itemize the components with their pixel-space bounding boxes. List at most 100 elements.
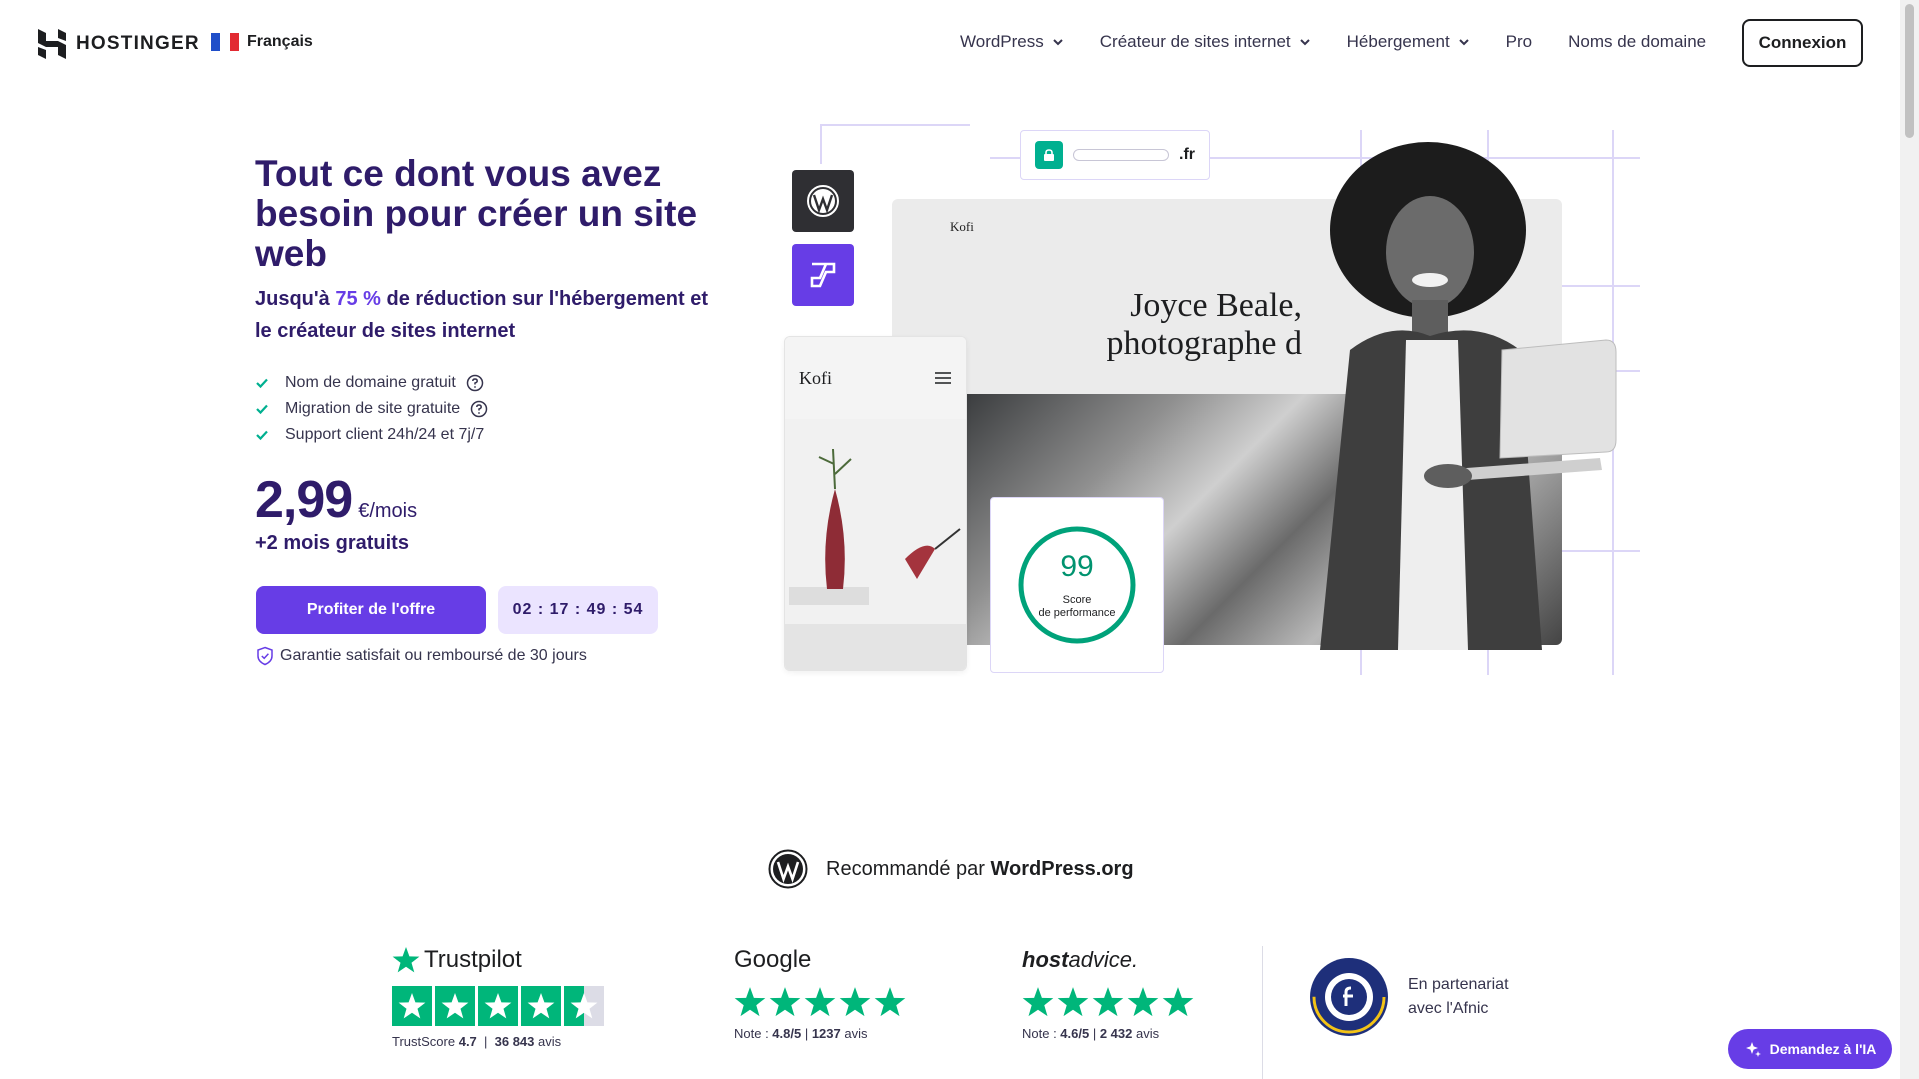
feature-label: Nom de domaine gratuit	[285, 374, 456, 391]
score-label: TrustScore	[392, 1034, 456, 1049]
score-label-line: Score	[1062, 594, 1092, 606]
countdown-timer: 02 : 17 : 49 : 54	[498, 586, 658, 634]
site-header: HOSTINGER Français WordPress Créateur de…	[0, 0, 1900, 86]
nav-item-pro[interactable]: Pro	[1506, 32, 1532, 52]
review-count: 36 843	[494, 1034, 535, 1049]
hero-title: Tout ce dont vous avez besoin pour créer…	[255, 153, 698, 274]
hostadvice-logo: hostadvice.	[1022, 944, 1194, 976]
star-icon	[839, 987, 871, 1017]
star-icon	[769, 987, 801, 1017]
google-name: Google	[734, 946, 812, 973]
nav-item-domains[interactable]: Noms de domaine	[1568, 32, 1706, 52]
nav-label: WordPress	[960, 32, 1044, 51]
page-scrollbar[interactable]	[1900, 0, 1919, 1079]
help-icon[interactable]	[470, 400, 488, 418]
afnic-partnership[interactable]: En partenariat avec l'Afnic	[1308, 956, 1509, 1038]
half-star-icon	[564, 986, 604, 1026]
star-icon	[804, 987, 836, 1017]
hostadvice-stars	[1022, 986, 1194, 1018]
subtitle-prefix: Jusqu'à	[255, 288, 336, 310]
trustpilot-rating[interactable]: Trustpilot TrustScore 4.7 | 36 843 avis	[392, 944, 604, 1049]
star-icon	[1127, 987, 1159, 1017]
afnic-text: En partenariat avec l'Afnic	[1408, 973, 1509, 1021]
nav-label: Noms de domaine	[1568, 32, 1707, 51]
google-logo: Google	[734, 944, 906, 976]
check-icon	[256, 378, 268, 389]
brand-name: HOSTINGER	[76, 33, 200, 54]
star-icon	[1092, 987, 1124, 1017]
url-field	[1073, 149, 1169, 161]
scrollbar-thumb[interactable]	[1905, 4, 1914, 138]
review-suffix: avis	[538, 1034, 562, 1049]
chevron-down-icon	[1458, 39, 1469, 46]
price-unit: €/mois	[358, 500, 418, 522]
afnic-line: En partenariat	[1408, 976, 1509, 993]
google-score-text: Note : 4.8/5 | 1237 avis	[734, 1026, 868, 1041]
feature-label: Support client 24h/24 et 7j/7	[285, 426, 485, 443]
language-selector[interactable]: Français	[211, 33, 313, 51]
feature-item: Migration de site gratuite	[255, 396, 488, 422]
star-icon	[734, 987, 766, 1017]
hostadvice-name-bold: host	[1022, 947, 1069, 972]
mobile-preview: Kofi	[784, 336, 967, 671]
chevron-down-icon	[1299, 39, 1310, 46]
feature-item: Nom de domaine gratuit	[255, 370, 488, 396]
help-icon[interactable]	[466, 374, 484, 392]
ask-ai-label: Demandez à l'IA	[1769, 1041, 1877, 1057]
price: 2,99 €/mois	[255, 470, 417, 530]
ai-sparkle-icon	[1745, 1042, 1761, 1057]
hostinger-logo-icon	[38, 29, 66, 59]
review-count: 1237	[811, 1026, 841, 1041]
score-value: 4.8/5	[772, 1026, 802, 1041]
domain-url-bar: .fr	[1020, 130, 1210, 180]
grid-line	[820, 124, 822, 164]
site-headline: Joyce Beale, photographe d	[1082, 287, 1302, 363]
lock-icon	[1035, 141, 1063, 169]
nav-label: Hébergement	[1346, 32, 1450, 51]
recommend-prefix: Recommandé par	[826, 857, 991, 880]
login-button[interactable]: Connexion	[1742, 19, 1863, 67]
hamburger-menu-icon	[935, 372, 951, 384]
nav-item-hosting[interactable]: Hébergement	[1347, 32, 1470, 52]
star-icon	[874, 987, 906, 1017]
bonus-months: +2 mois gratuits	[255, 532, 409, 554]
price-value: 2,99	[255, 471, 353, 529]
review-suffix: avis	[844, 1026, 868, 1041]
score-ring-icon	[1018, 526, 1136, 644]
site-headline-line: Joyce Beale,	[1130, 287, 1302, 324]
hostadvice-name-rest: advice.	[1068, 947, 1139, 972]
guarantee-text: Garantie satisfait ou remboursé de 30 jo…	[280, 647, 587, 664]
ask-ai-button[interactable]: Demandez à l'IA	[1728, 1029, 1892, 1069]
hostadvice-rating[interactable]: hostadvice. Note : 4.6/5 | 2 432 avis	[1022, 944, 1194, 1041]
grid-line	[820, 124, 970, 126]
france-flag-icon	[211, 33, 239, 51]
discount-percent: 75 %	[335, 288, 381, 310]
trustpilot-logo: Trustpilot	[392, 944, 604, 976]
grid-line	[990, 157, 1020, 159]
hero-subtitle: Jusqu'à 75 % de réduction sur l'hébergem…	[255, 283, 725, 347]
shield-check-icon	[257, 646, 273, 666]
recommend-org: WordPress.org	[990, 857, 1134, 880]
star-icon	[392, 947, 420, 973]
wordpress-logo-icon	[768, 849, 808, 889]
star-icon	[1162, 987, 1194, 1017]
star-icon	[392, 986, 432, 1026]
site-brand: Kofi	[950, 219, 974, 234]
vase-photo	[785, 419, 966, 670]
performance-score-card: 99 Score de performance	[990, 497, 1164, 673]
mobile-brand: Kofi	[799, 367, 832, 388]
trustpilot-stars	[392, 986, 604, 1026]
hostadvice-score-text: Note : 4.6/5 | 2 432 avis	[1022, 1026, 1160, 1041]
star-icon	[1057, 987, 1089, 1017]
score-label: Note :	[734, 1026, 773, 1041]
ratings-divider	[1262, 946, 1263, 1079]
nav-item-wordpress[interactable]: WordPress	[960, 32, 1064, 52]
nav-item-website-builder[interactable]: Créateur de sites internet	[1100, 32, 1311, 52]
google-rating[interactable]: Google Note : 4.8/5 | 1237 avis	[734, 944, 906, 1041]
mobile-header: Kofi	[785, 337, 966, 419]
claim-offer-button[interactable]: Profiter de l'offre	[256, 586, 486, 634]
check-icon	[256, 430, 268, 441]
score-value: 99	[1060, 550, 1094, 583]
feature-list: Nom de domaine gratuit Migration de site…	[255, 370, 488, 448]
hostinger-logo[interactable]: HOSTINGER	[38, 29, 200, 59]
